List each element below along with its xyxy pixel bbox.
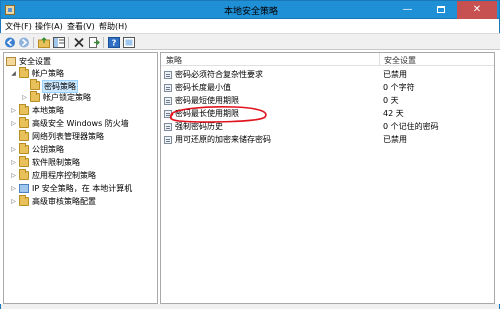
policy-name: 密码必须符合复杂性要求 [175, 70, 263, 79]
toolbar-separator [68, 37, 69, 48]
menu-view[interactable]: 查看(V) [67, 21, 95, 32]
folder-icon [19, 117, 29, 128]
folder-icon [19, 169, 29, 180]
folder-icon [19, 130, 29, 141]
minimize-button[interactable]: — [391, 1, 424, 19]
title-bar: 本地安全策略 — ✕ [0, 0, 500, 19]
folder-icon [19, 195, 29, 206]
up-folder-icon[interactable] [38, 37, 50, 48]
list-row[interactable]: 密码必须符合复杂性要求 已禁用 [161, 69, 494, 80]
folder-open-icon [30, 79, 40, 90]
tree-pane: 安全设置 ◢ 帐户策略 密码策略 ▷ 帐户锁定策略 ▷ 本地策略 ▷ 高级安全 … [3, 52, 158, 304]
collapse-arrow-icon[interactable]: ◢ [10, 68, 17, 79]
toolbar-separator [33, 37, 34, 48]
policy-setting: 0 天 [383, 96, 399, 105]
expand-arrow-icon[interactable]: ▷ [10, 170, 17, 181]
expand-arrow-icon[interactable]: ▷ [10, 118, 17, 129]
annotation-ellipse [169, 106, 267, 123]
policy-icon [164, 84, 172, 92]
computer-icon [19, 184, 29, 193]
back-arrow-icon[interactable] [4, 37, 16, 48]
policy-setting: 0 个记住的密码 [383, 122, 439, 131]
list-pane: 策略 安全设置 密码必须符合复杂性要求 已禁用 密码长度最小值 0 个字符 密码… [160, 52, 495, 304]
expand-arrow-icon[interactable]: ▷ [10, 183, 17, 194]
expand-arrow-icon[interactable]: ▷ [10, 105, 17, 116]
menu-help[interactable]: 帮助(H) [99, 21, 127, 32]
column-divider[interactable] [379, 53, 380, 65]
maximize-icon [436, 5, 445, 13]
policy-name: 密码长度最小值 [175, 83, 231, 92]
list-row[interactable]: 密码长度最小值 0 个字符 [161, 82, 494, 93]
security-settings-icon [6, 57, 16, 66]
column-header-setting[interactable]: 安全设置 [384, 55, 416, 66]
policy-setting: 已禁用 [383, 70, 407, 79]
policy-setting: 0 个字符 [383, 83, 415, 92]
menu-file[interactable]: 文件(F) [5, 21, 32, 32]
policy-setting: 已禁用 [383, 135, 407, 144]
maximize-button[interactable] [424, 1, 457, 19]
policy-setting: 42 天 [383, 109, 404, 118]
folder-icon [19, 156, 29, 167]
delete-icon[interactable] [73, 37, 85, 48]
expand-arrow-icon[interactable]: ▷ [21, 92, 28, 103]
properties-icon[interactable] [123, 37, 135, 48]
policy-icon [164, 71, 172, 79]
folder-icon [19, 67, 29, 78]
expand-arrow-icon[interactable]: ▷ [10, 196, 17, 207]
menu-bar: 文件(F) 操作(A) 查看(V) 帮助(H) [0, 19, 500, 33]
policy-icon [164, 123, 172, 131]
close-button[interactable]: ✕ [457, 1, 497, 19]
list-row[interactable]: 用可还原的加密来储存密码 已禁用 [161, 134, 494, 145]
folder-icon [19, 104, 29, 115]
menu-action[interactable]: 操作(A) [35, 21, 63, 32]
status-strip [0, 304, 500, 309]
policy-name: 用可还原的加密来储存密码 [175, 135, 271, 144]
policy-icon [164, 136, 172, 144]
list-header: 策略 安全设置 [161, 53, 494, 66]
toolbar: ? [0, 33, 500, 50]
expand-arrow-icon[interactable]: ▷ [10, 157, 17, 168]
export-icon[interactable] [88, 37, 100, 48]
show-tree-icon[interactable] [53, 37, 65, 48]
folder-icon [19, 143, 29, 154]
folder-icon [30, 91, 40, 102]
help-icon[interactable]: ? [108, 37, 120, 48]
expand-arrow-icon[interactable]: ▷ [10, 144, 17, 155]
toolbar-separator [103, 37, 104, 48]
svg-text:?: ? [112, 39, 117, 48]
forward-arrow-icon[interactable] [18, 37, 30, 48]
column-header-policy[interactable]: 策略 [166, 55, 182, 66]
